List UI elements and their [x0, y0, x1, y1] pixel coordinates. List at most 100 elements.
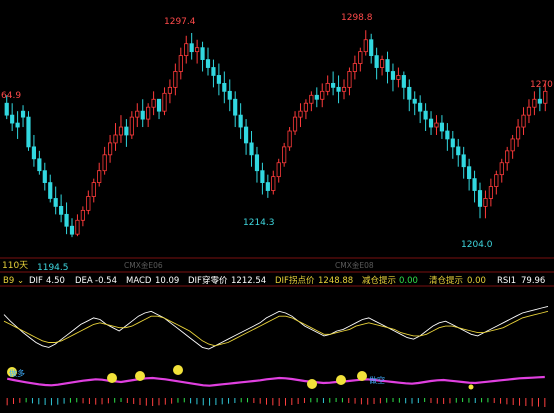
candle	[80, 206, 85, 227]
legend-dropdown-icon[interactable]: ⌄	[17, 276, 24, 286]
indicator-panel: 做多 做空	[3, 305, 549, 407]
legend-dea-value: -0.54	[95, 276, 117, 286]
candle	[298, 103, 303, 128]
candle-body	[450, 138, 455, 148]
candle-body	[271, 176, 276, 191]
candle	[396, 67, 401, 88]
candle-body	[42, 170, 47, 183]
candle	[233, 91, 238, 128]
candle-body	[48, 182, 53, 199]
candle	[434, 115, 439, 135]
candle	[162, 87, 167, 116]
candle-body	[102, 154, 107, 172]
candlestick-panel: 64.9 1297.4 1298.8 1270 1194.5 1214.3 12…	[0, 13, 554, 273]
candle	[37, 150, 42, 175]
candle	[216, 63, 221, 96]
candle	[461, 146, 466, 179]
candle	[107, 134, 113, 163]
candle-body	[358, 51, 363, 64]
candle	[515, 119, 521, 147]
candle-body	[216, 75, 221, 84]
candle	[59, 194, 64, 223]
candle	[412, 91, 417, 116]
candle	[184, 35, 189, 64]
candle	[31, 134, 37, 167]
candle-body	[260, 170, 265, 183]
candle-body	[537, 98, 542, 104]
candle	[526, 99, 532, 124]
candle-body	[521, 114, 526, 128]
legend-dif-zero-label: DIF穿零价	[188, 275, 228, 286]
candle	[477, 182, 483, 219]
candle-body	[254, 154, 260, 172]
candle	[467, 158, 472, 191]
candle	[254, 146, 260, 183]
chart-canvas: 64.9 1297.4 1298.8 1270 1194.5 1214.3 12…	[0, 13, 554, 407]
price-label-right-edge: 1270	[530, 80, 553, 90]
candle	[369, 33, 374, 64]
candle	[75, 214, 80, 237]
candle-body	[162, 92, 167, 112]
candle	[243, 119, 249, 155]
candle-body	[467, 166, 472, 180]
signal-marker	[468, 384, 474, 390]
candle	[200, 41, 205, 72]
legend-b9[interactable]: B9	[3, 276, 14, 286]
candle-body	[543, 90, 548, 104]
candle-body	[233, 98, 238, 116]
candle-body	[167, 86, 173, 94]
candle	[227, 79, 232, 112]
signal-markers	[7, 365, 474, 390]
candle-body	[488, 186, 493, 199]
candle	[26, 111, 31, 151]
candle	[352, 55, 357, 80]
candle-body	[456, 146, 461, 156]
candle	[222, 71, 227, 104]
candle-body	[347, 71, 352, 88]
candle-body	[135, 110, 140, 118]
candle-body	[412, 98, 417, 104]
candle	[320, 83, 325, 108]
candle	[129, 111, 134, 139]
candle	[401, 71, 406, 100]
candle-body	[243, 126, 249, 144]
candle	[331, 71, 336, 96]
candle-body	[423, 110, 428, 120]
legend-reduce-label: 减仓提示	[362, 275, 396, 286]
candle-body	[320, 90, 325, 100]
candle-body	[113, 134, 118, 144]
legend-dea-label: DEA	[75, 276, 93, 286]
candle-body	[515, 126, 521, 140]
candle	[173, 63, 178, 96]
candle	[456, 138, 461, 167]
candle-body	[227, 90, 232, 100]
candle-body	[428, 118, 434, 128]
signal-marker	[357, 371, 367, 381]
candle-body	[26, 116, 31, 148]
candle	[211, 59, 216, 88]
candle	[271, 170, 276, 195]
legend-macd-value: 10.09	[155, 276, 179, 286]
candle-body	[292, 116, 298, 132]
candle	[450, 131, 455, 159]
candle-body	[140, 110, 145, 120]
candle	[97, 162, 102, 187]
candle	[292, 111, 298, 135]
candle-body	[222, 82, 227, 92]
candle	[309, 91, 314, 112]
candle	[15, 111, 20, 139]
candle-body	[477, 190, 483, 207]
candle-body	[10, 114, 15, 124]
rsi-smooth-line	[3, 310, 549, 347]
candle-body	[156, 98, 162, 112]
candle-body	[265, 182, 270, 191]
candle-body	[205, 59, 211, 68]
candle	[336, 75, 341, 104]
candle	[238, 103, 243, 139]
legend-dif-label: DIF	[29, 276, 43, 286]
price-label-high-1: 1297.4	[164, 17, 196, 27]
candle-body	[129, 116, 134, 136]
candle	[282, 142, 287, 167]
candle	[418, 95, 423, 124]
candle	[69, 218, 75, 238]
